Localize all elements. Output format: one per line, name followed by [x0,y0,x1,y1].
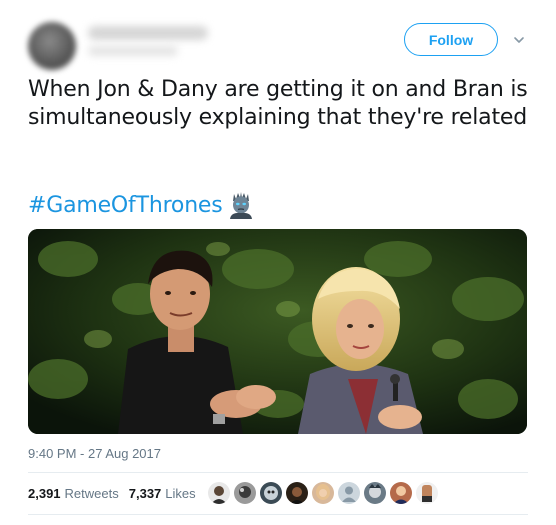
liker-avatar[interactable] [390,482,412,504]
avatar[interactable] [28,22,76,70]
engagement-stats: 2,391 Retweets 7,337 Likes [28,486,206,501]
liker-avatar[interactable] [312,482,334,504]
follow-button[interactable]: Follow [404,23,498,56]
tweet-timestamp[interactable]: 9:40 PM - 27 Aug 2017 [28,446,161,461]
display-name-blurred[interactable] [88,26,208,40]
liker-avatar[interactable] [416,482,438,504]
liker-avatar[interactable] [208,482,230,504]
likers-avatars [208,482,442,504]
tweet-text: When Jon & Dany are getting it on and Br… [28,77,528,130]
likes-stat[interactable]: 7,337 Likes [129,486,196,501]
retweets-label: Retweets [64,486,119,501]
media-gif[interactable] [28,229,527,434]
liker-avatar[interactable] [234,482,256,504]
hashtag-link[interactable]: #GameOfThrones [28,193,223,218]
liker-avatar[interactable] [364,482,386,504]
liker-avatar[interactable] [338,482,360,504]
retweets-count: 2,391 [28,486,61,501]
night-king-icon [229,192,252,219]
liker-avatar[interactable] [286,482,308,504]
likes-label: Likes [165,486,196,501]
divider-bottom [28,514,528,515]
hashtag-row: #GameOfThrones [28,190,255,220]
gif-scene [28,229,527,434]
likes-count: 7,337 [128,486,162,501]
chevron-down-icon[interactable] [512,33,526,47]
username-blurred[interactable] [88,46,178,56]
liker-avatar[interactable] [260,482,282,504]
retweets-stat[interactable]: 2,391 Retweets [28,486,119,501]
divider-top [28,472,528,473]
tweet-card: Follow When Jon & Dany are getting it on… [0,0,556,525]
